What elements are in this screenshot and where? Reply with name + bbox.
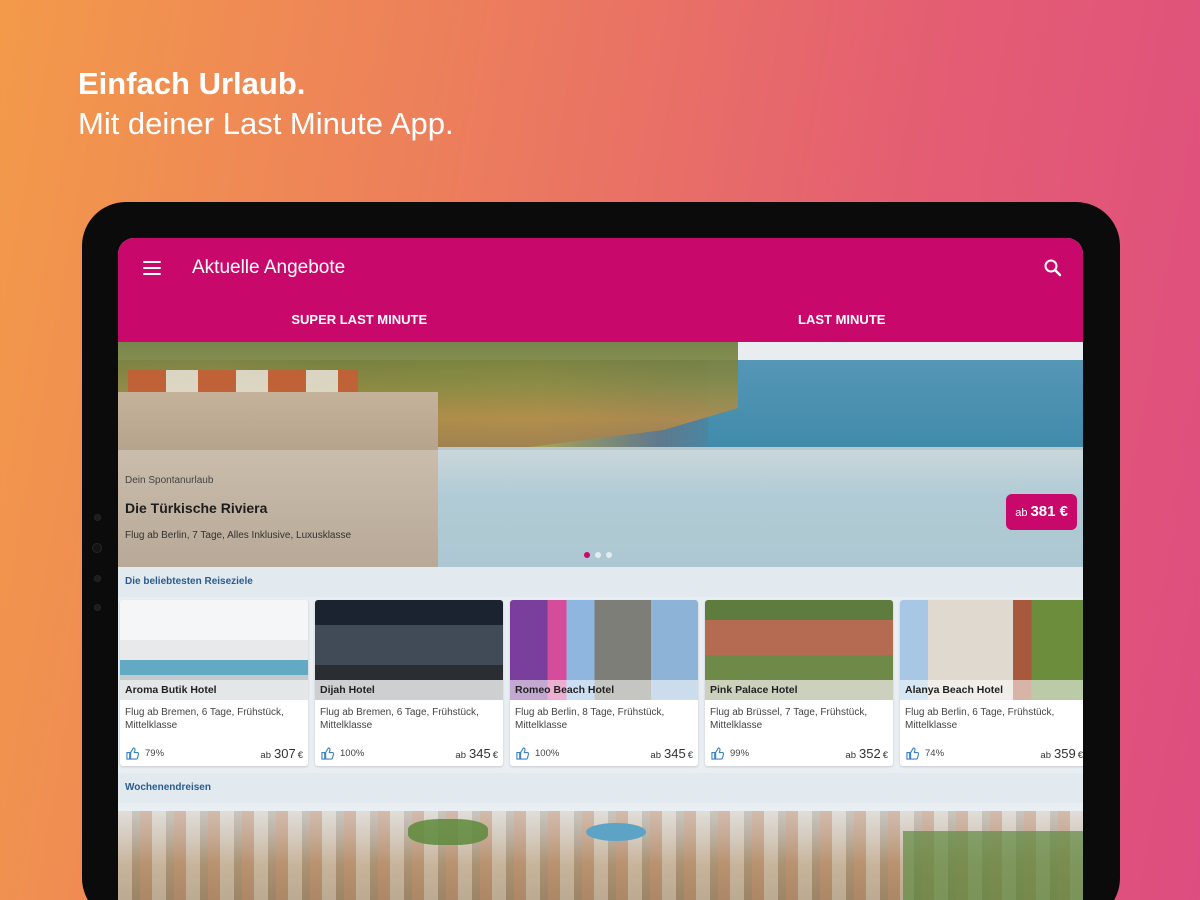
hotel-name: Dijah Hotel (315, 680, 503, 700)
hotel-rating: 74% (925, 748, 945, 759)
headline-line-1: Einfach Urlaub. (78, 66, 306, 101)
popular-section-label: Die beliebtesten Reiseziele (118, 567, 1083, 597)
carousel-dot[interactable] (584, 552, 590, 558)
hero-subtitle: Flug ab Berlin, 7 Tage, Alles Inklusive,… (125, 530, 352, 541)
hero-banner[interactable]: Dein Spontanurlaub Die Türkische Riviera… (118, 342, 1083, 567)
hotel-name: Aroma Butik Hotel (120, 680, 308, 700)
tab-bar: SUPER LAST MINUTE LAST MINUTE (118, 298, 1083, 342)
city-greenery (903, 831, 1083, 900)
app-screen: Aktuelle Angebote SUPER LAST MINUTE LAST… (118, 238, 1083, 900)
menu-icon[interactable] (143, 261, 161, 275)
hotel-image: Romeo Beach Hotel (510, 600, 698, 700)
hotel-card[interactable]: Pink Palace Hotel Flug ab Brüssel, 7 Tag… (705, 600, 893, 766)
marketing-headline: Einfach Urlaub. Mit deiner Last Minute A… (78, 64, 454, 144)
app-bar-title: Aktuelle Angebote (192, 257, 346, 278)
hotel-rating: 100% (535, 748, 560, 759)
carousel-indicator (584, 552, 612, 558)
hotel-price: ab 345 € (455, 746, 498, 761)
hotel-rating: 100% (340, 748, 365, 759)
weekend-trip-image[interactable] (118, 811, 1083, 900)
app-bar: Aktuelle Angebote (118, 238, 1083, 298)
hotel-price: ab 359 € (1040, 746, 1083, 761)
tab-last-minute[interactable]: LAST MINUTE (601, 298, 1084, 342)
carousel-dot[interactable] (606, 552, 612, 558)
hero-price-value: 381 € (1030, 503, 1068, 520)
hotel-name: Pink Palace Hotel (705, 680, 893, 700)
thumbs-up-icon (516, 747, 529, 760)
hotel-card[interactable]: Aroma Butik Hotel Flug ab Bremen, 6 Tage… (120, 600, 308, 766)
hotel-image: Pink Palace Hotel (705, 600, 893, 700)
hero-price-badge[interactable]: ab 381 € (1006, 494, 1077, 530)
hotel-description: Flug ab Brüssel, 7 Tage, Frühstück, Mitt… (710, 707, 868, 731)
city-fountain (586, 823, 646, 841)
hero-price-prefix: ab (1015, 507, 1028, 519)
headline-line-2: Mit deiner Last Minute App. (78, 106, 454, 141)
hotel-price: ab 352 € (845, 746, 888, 761)
thumbs-up-icon (906, 747, 919, 760)
hotel-description: Flug ab Berlin, 6 Tage, Frühstück, Mitte… (905, 707, 1055, 731)
hotel-image: Alanya Beach Hotel (900, 600, 1083, 700)
hotel-description: Flug ab Bremen, 6 Tage, Frühstück, Mitte… (125, 707, 284, 731)
hotel-price: ab 307 € (260, 746, 303, 761)
hotel-name: Alanya Beach Hotel (900, 680, 1083, 700)
hotel-rating: 99% (730, 748, 750, 759)
tab-super-last-minute[interactable]: SUPER LAST MINUTE (118, 298, 601, 342)
hotel-description: Flug ab Bremen, 6 Tage, Frühstück, Mitte… (320, 707, 479, 731)
hotel-image: Dijah Hotel (315, 600, 503, 700)
popular-cards-row: Aroma Butik Hotel Flug ab Bremen, 6 Tage… (118, 597, 1083, 773)
thumbs-up-icon (126, 747, 139, 760)
weekend-section-label: Wochenendreisen (118, 773, 1083, 803)
thumbs-up-icon (321, 747, 334, 760)
hotel-price: ab 345 € (650, 746, 693, 761)
hotel-name: Romeo Beach Hotel (510, 680, 698, 700)
hero-eyebrow: Dein Spontanurlaub (125, 475, 214, 486)
hotel-image: Aroma Butik Hotel (120, 600, 308, 700)
hotel-card[interactable]: Romeo Beach Hotel Flug ab Berlin, 8 Tage… (510, 600, 698, 766)
hotel-card[interactable]: Dijah Hotel Flug ab Bremen, 6 Tage, Früh… (315, 600, 503, 766)
hotel-description: Flug ab Berlin, 8 Tage, Frühstück, Mitte… (515, 707, 665, 731)
carousel-dot[interactable] (595, 552, 601, 558)
hero-image-sea (708, 360, 1083, 455)
tablet-side-sensors (92, 514, 102, 633)
city-park (408, 819, 488, 845)
search-icon[interactable] (1043, 258, 1063, 278)
hotel-rating: 79% (145, 748, 165, 759)
hotel-card[interactable]: Alanya Beach Hotel Flug ab Berlin, 6 Tag… (900, 600, 1083, 766)
thumbs-up-icon (711, 747, 724, 760)
hero-title: Die Türkische Riviera (125, 500, 268, 516)
